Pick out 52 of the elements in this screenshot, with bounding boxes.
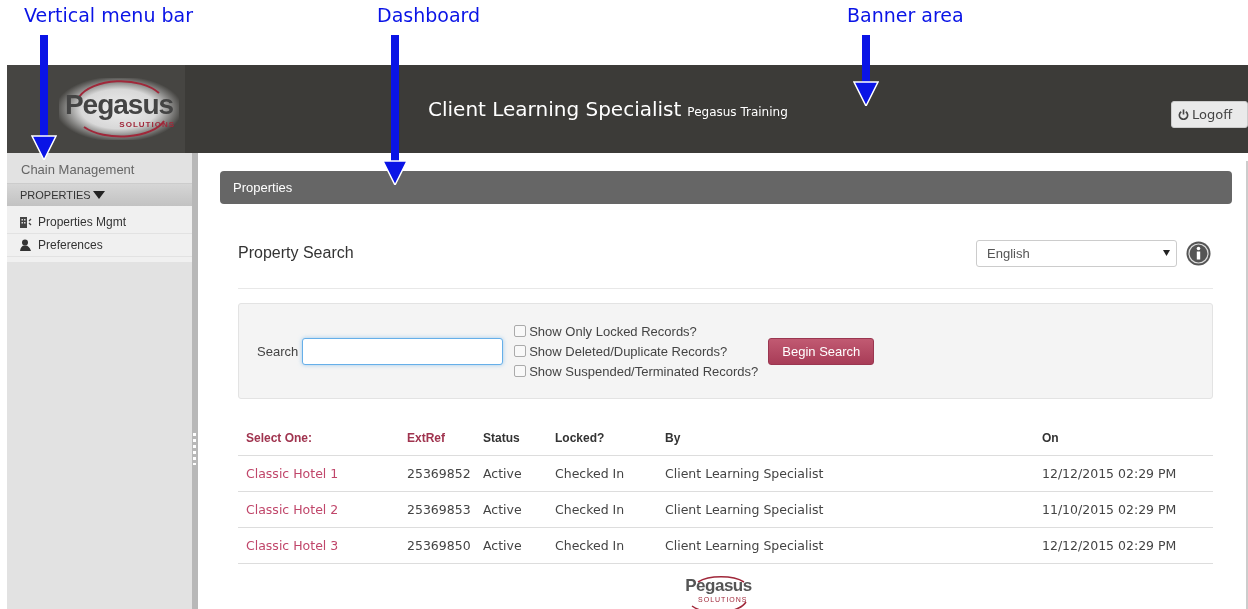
column-header: Locked? (554, 421, 664, 456)
panel-header: Properties (220, 171, 1232, 204)
table-cell: Checked In (554, 527, 664, 564)
column-header: By (664, 421, 1041, 456)
checkbox-label: Show Only Locked Records? (529, 323, 697, 339)
app-title: Client Learning Specialist (428, 97, 682, 121)
table-cell: 25369852 (406, 455, 482, 492)
table-cell: 12/12/2015 02:29 PM (1041, 527, 1213, 564)
checkbox[interactable] (514, 325, 527, 337)
table-cell: 12/12/2015 02:29 PM (1041, 455, 1213, 492)
checkbox[interactable] (514, 345, 527, 357)
hotel-link[interactable]: Classic Hotel 2 (246, 502, 339, 517)
checkbox[interactable] (514, 365, 527, 377)
dropdown-caret-icon (1163, 250, 1170, 256)
power-icon (1178, 108, 1189, 120)
search-field[interactable] (302, 337, 504, 365)
annotation-label: Vertical menu bar (24, 4, 193, 26)
annotation-label: Dashboard (377, 4, 481, 26)
user-icon (20, 239, 32, 251)
table-cell: 11/10/2015 02:29 PM (1041, 491, 1213, 528)
section-heading: Property Search (238, 244, 354, 262)
table-cell: Checked In (554, 491, 664, 528)
language-select[interactable]: English (976, 239, 1177, 267)
table-cell: Client Learning Specialist (664, 455, 1041, 492)
annotation-arrow (853, 35, 879, 106)
table-cell: 25369853 (406, 491, 482, 528)
section-header[interactable]: PROPERTIES (7, 183, 192, 206)
logoff-button[interactable]: Logoff (1171, 100, 1248, 128)
checkbox-label: Show Suspended/Terminated Records? (529, 363, 759, 379)
sidebar-item[interactable]: Preferences (7, 234, 192, 257)
column-header: ExtRef (406, 421, 482, 456)
table-cell: Client Learning Specialist (664, 491, 1041, 528)
info-icon[interactable] (1186, 240, 1211, 266)
table-cell: 25369850 (406, 527, 482, 564)
table-cell: Active (482, 455, 554, 492)
table-cell: Client Learning Specialist (664, 527, 1041, 564)
begin-search-button[interactable]: Begin Search (768, 337, 875, 365)
table-cell: Active (482, 491, 554, 528)
checkbox-label: Show Deleted/Duplicate Records? (529, 343, 728, 359)
hotel-link[interactable]: Classic Hotel 3 (246, 538, 339, 553)
column-header: Status (482, 421, 554, 456)
table-cell: Checked In (554, 455, 664, 492)
annotation-label: Banner area (847, 4, 964, 26)
sidebar-item[interactable]: Properties Mgmt (7, 211, 192, 234)
search-label: Search (257, 343, 299, 359)
app-subtitle: Pegasus Training (687, 105, 788, 119)
column-header: Select One: (238, 421, 406, 456)
column-header: On (1041, 421, 1213, 456)
sidebar-item[interactable]: Chain Management (7, 157, 192, 183)
table-cell: Active (482, 527, 554, 564)
building-icon (20, 216, 32, 228)
hotel-link[interactable]: Classic Hotel 1 (246, 466, 339, 481)
